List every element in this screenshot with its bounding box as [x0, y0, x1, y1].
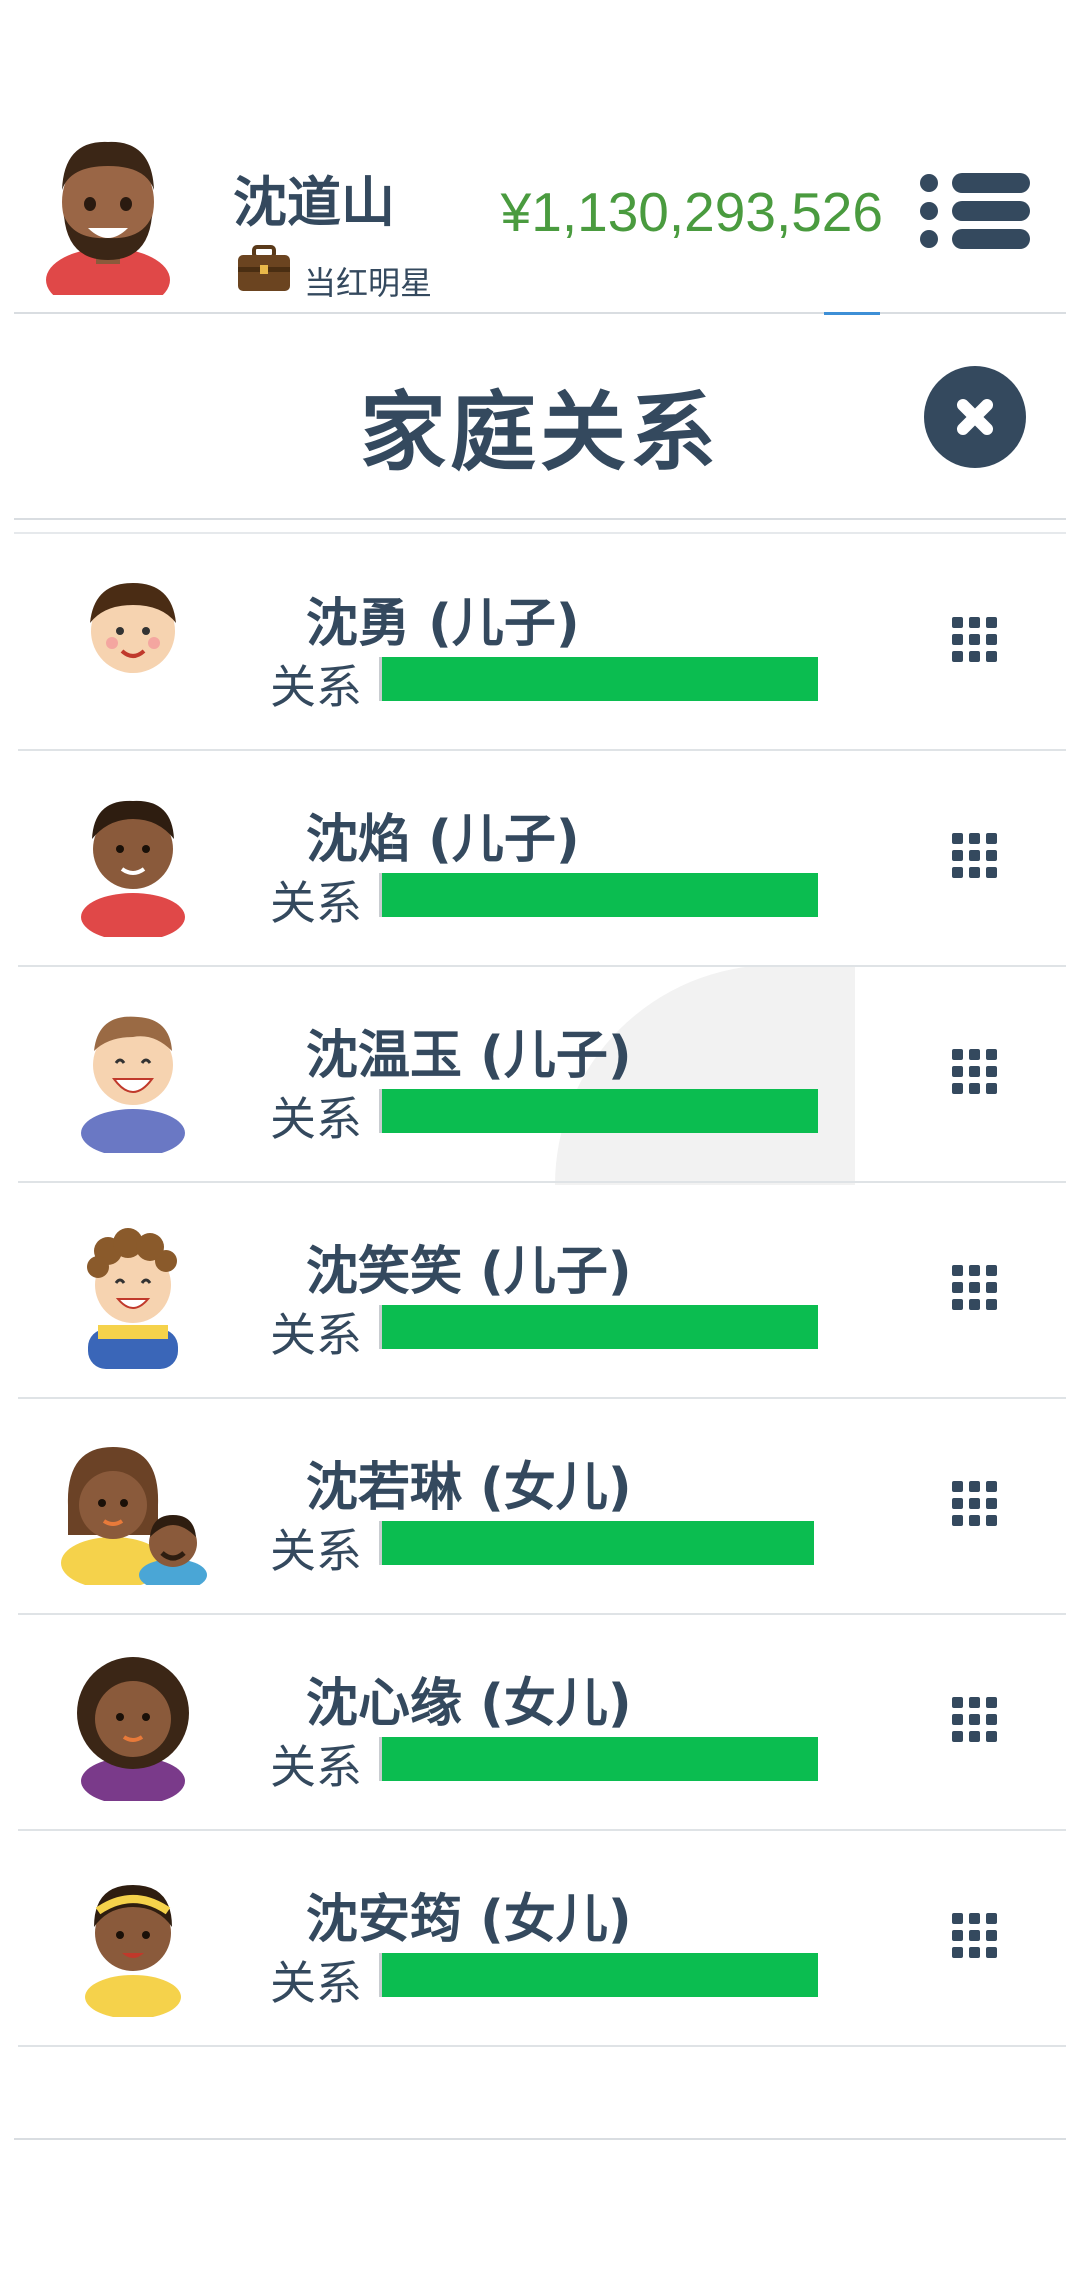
relation-bar — [379, 1521, 818, 1565]
player-job: 当红明星 — [304, 264, 433, 302]
family-member-row[interactable]: 沈若琳 (女儿) 关系 — [0, 1399, 1080, 1615]
member-name: 沈笑笑 (儿子) — [306, 1242, 632, 1302]
family-member-row[interactable]: 沈笑笑 (儿子) 关系 — [0, 1183, 1080, 1399]
modal-title: 家庭关系 — [360, 383, 720, 483]
relation-bar-fill — [382, 1305, 818, 1349]
menu-dot — [920, 174, 938, 192]
menu-dot — [920, 202, 938, 220]
relation-bar-fill — [382, 1737, 818, 1781]
boy-dark-icon — [81, 800, 185, 937]
boy-curly-icon — [87, 1228, 178, 1369]
relation-bar — [379, 1953, 818, 1997]
girl-curly-icon — [77, 1657, 189, 1801]
relation-label: 关系 — [270, 1956, 362, 2010]
player-money: ¥1,130,293,526 — [500, 181, 883, 243]
relation-bar — [379, 873, 818, 917]
relation-bar — [379, 1305, 818, 1349]
relation-label: 关系 — [270, 1524, 362, 1578]
header-divider — [14, 312, 1066, 314]
family-member-row[interactable]: 沈心缘 (女儿) 关系 — [0, 1615, 1080, 1831]
grid-menu-icon[interactable] — [952, 1697, 998, 1743]
title-divider — [14, 518, 1066, 520]
family-member-row[interactable]: 沈焰 (儿子) 关系 — [0, 751, 1080, 967]
relation-bar-fill — [382, 1953, 818, 1997]
header-accent — [824, 312, 880, 315]
relation-label: 关系 — [270, 660, 362, 714]
relation-label: 关系 — [270, 1308, 362, 1362]
member-name: 沈温玉 (儿子) — [306, 1026, 632, 1086]
menu-bar — [952, 173, 1030, 193]
relation-bar-fill — [382, 1521, 814, 1565]
relation-bar — [379, 1089, 818, 1133]
relation-bar-fill — [382, 1089, 818, 1133]
family-member-row[interactable]: 沈勇 (儿子) 关系 — [0, 535, 1080, 751]
briefcase-icon — [238, 245, 290, 291]
family-list[interactable]: 沈勇 (儿子) 关系 沈焰 (儿子) 关系 沈温玉 (儿子) 关系 沈笑笑 (儿子) 关系 沈若… — [0, 535, 1080, 2110]
boy-laughing-icon — [81, 1016, 185, 1153]
member-name: 沈心缘 (女儿) — [306, 1674, 632, 1734]
list-fade — [0, 2098, 1080, 2110]
member-name: 沈焰 (儿子) — [306, 810, 580, 870]
boy-light-icon — [90, 583, 176, 673]
grid-menu-icon[interactable] — [952, 1481, 998, 1527]
close-button[interactable] — [924, 366, 1026, 468]
relation-bar-fill — [382, 873, 818, 917]
family-member-row[interactable]: 沈安筠 (女儿) 关系 — [0, 1831, 1080, 2047]
grid-menu-icon[interactable] — [952, 1049, 998, 1095]
top-bar: 沈道山 当红明星 ¥1,130,293,526 — [0, 0, 1080, 312]
girl-headband-icon — [85, 1885, 181, 2017]
player-name: 沈道山 — [233, 171, 395, 234]
family-member-row[interactable]: 沈温玉 (儿子) 关系 — [0, 967, 1080, 1183]
grid-menu-icon[interactable] — [952, 1265, 998, 1311]
relation-bar — [379, 657, 818, 701]
grid-menu-icon[interactable] — [952, 1913, 998, 1959]
relation-label: 关系 — [270, 876, 362, 930]
girl-with-child-icon — [61, 1447, 207, 1585]
relation-label: 关系 — [270, 1740, 362, 1794]
grid-menu-icon[interactable] — [952, 617, 998, 663]
grid-menu-icon[interactable] — [952, 833, 998, 879]
bottom-divider — [14, 2138, 1066, 2140]
player-avatar — [46, 141, 170, 295]
member-name: 沈若琳 (女儿) — [306, 1458, 632, 1518]
relation-bar-fill — [382, 657, 818, 701]
menu-bar — [952, 229, 1030, 249]
menu-dot — [920, 230, 938, 248]
title-divider — [14, 532, 1066, 534]
relation-label: 关系 — [270, 1092, 362, 1146]
member-name: 沈安筠 (女儿) — [306, 1890, 632, 1950]
member-name: 沈勇 (儿子) — [306, 594, 580, 654]
menu-button[interactable] — [920, 168, 1030, 252]
relation-bar — [379, 1737, 818, 1781]
menu-bar — [952, 201, 1030, 221]
